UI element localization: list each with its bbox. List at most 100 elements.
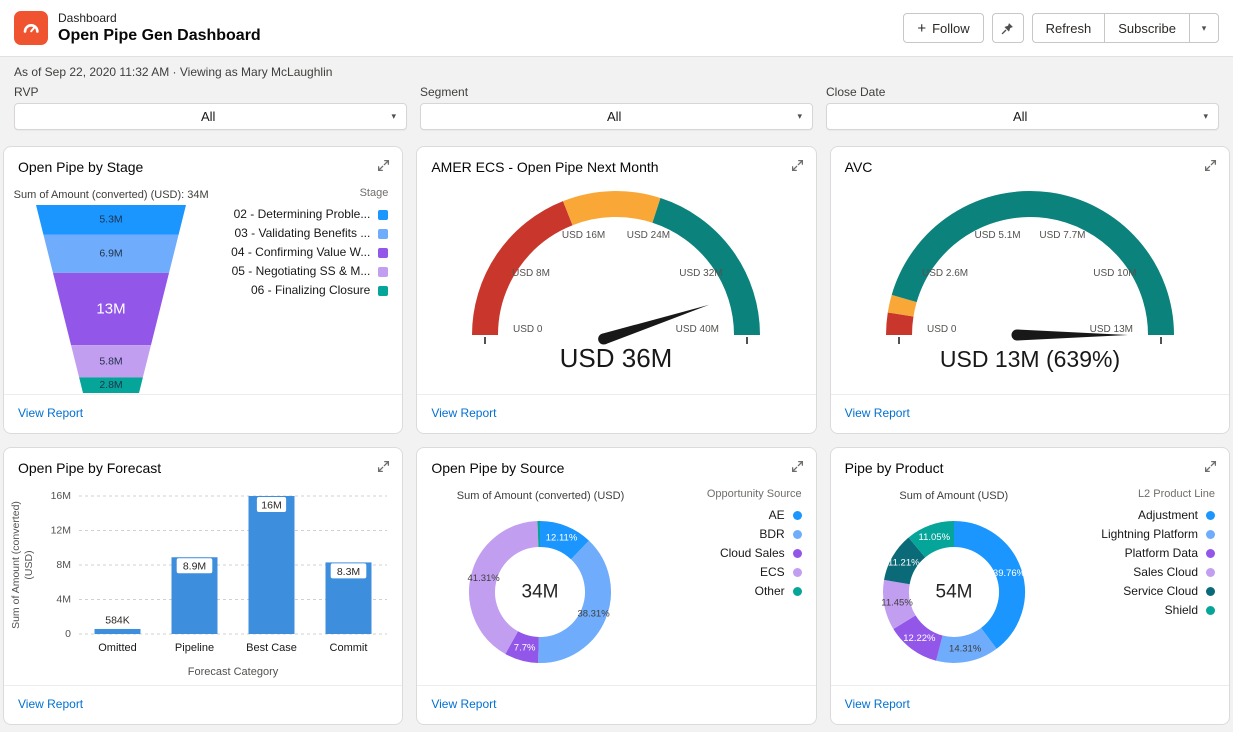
expand-icon xyxy=(377,460,390,473)
chevron-down-icon: ▾ xyxy=(1202,23,1207,34)
expand-widget-button[interactable] xyxy=(788,457,807,479)
widget-footer: View Report xyxy=(831,394,1229,433)
legend-item: AE xyxy=(720,506,802,525)
view-report-link[interactable]: View Report xyxy=(18,697,83,711)
chevron-down-icon: ▾ xyxy=(797,111,802,122)
follow-button[interactable]: + Follow xyxy=(903,13,983,43)
legend-marker xyxy=(1206,530,1215,539)
legend-marker xyxy=(1206,568,1215,577)
expand-widget-button[interactable] xyxy=(374,457,393,479)
donut-slice-label: 11.05% xyxy=(918,532,950,543)
expand-icon xyxy=(1204,460,1217,473)
view-report-link[interactable]: View Report xyxy=(431,697,496,711)
widget-grid: Open Pipe by Stage Sum of Amount (conver… xyxy=(0,142,1233,725)
dashboard-app: Dashboard Open Pipe Gen Dashboard + Foll… xyxy=(0,0,1233,744)
subscribe-button[interactable]: Subscribe xyxy=(1104,13,1190,43)
legend-item: Adjustment xyxy=(1101,506,1215,525)
donut-center-value: 34M xyxy=(522,582,559,603)
gauge-tick-label: USD 10M xyxy=(1093,268,1136,279)
bar[interactable] xyxy=(95,629,141,634)
y-tick-label: 12M xyxy=(51,525,71,537)
view-report-link[interactable]: View Report xyxy=(431,406,496,420)
pin-icon-button[interactable] xyxy=(992,13,1024,43)
more-actions-button[interactable]: ▾ xyxy=(1189,13,1219,43)
legend-marker xyxy=(1206,606,1215,615)
donut-chart: 39.76%14.31%12.22%11.45%11.21%11.05%54M xyxy=(864,502,1044,682)
legend-label: 02 - Determining Proble... xyxy=(234,205,371,224)
record-type-label: Dashboard xyxy=(58,11,261,25)
legend-marker xyxy=(378,248,388,258)
widget-footer: View Report xyxy=(417,394,815,433)
gauge-value-label: USD 36M xyxy=(560,343,673,373)
donut-slice-label: 39.76% xyxy=(993,568,1026,579)
expand-icon xyxy=(1204,159,1217,172)
widget-title: Pipe by Product xyxy=(845,460,944,476)
y-tick-label: 8M xyxy=(57,559,72,571)
legend-marker xyxy=(793,587,802,596)
funnel-chart-column: Sum of Amount (converted) (USD): 34M 5.3… xyxy=(4,177,218,394)
y-axis-title: Sum of Amount (converted) xyxy=(10,501,22,629)
donut-slice-label: 38.31% xyxy=(578,609,611,620)
filter-segment-select[interactable]: All ▾ xyxy=(420,103,813,130)
view-report-link[interactable]: View Report xyxy=(845,697,910,711)
refresh-label: Refresh xyxy=(1046,21,1092,36)
bar-value-label: 8.9M xyxy=(183,561,206,573)
funnel-chart-svg: 5.3M6.9M13M5.8M2.8M xyxy=(6,201,216,397)
chart-subtitle: Sum of Amount (converted) (USD): 34M xyxy=(14,189,209,201)
gauge-tick-label: USD 0 xyxy=(513,324,543,335)
bar[interactable] xyxy=(249,496,295,634)
legend-label: Shield xyxy=(1165,601,1198,620)
gauge-chart: USD 0USD 8MUSD 16MUSD 24MUSD 32MUSD 40MU… xyxy=(419,177,813,393)
funnel-segment-label: 2.8M xyxy=(99,379,122,391)
legend-item: 04 - Confirming Value W... xyxy=(231,243,388,262)
filter-rvp-select[interactable]: All ▾ xyxy=(14,103,407,130)
y-tick-label: 16M xyxy=(51,490,71,502)
dashboard-brand-icon xyxy=(14,11,48,45)
view-report-link[interactable]: View Report xyxy=(18,406,83,420)
widget-header: AVC xyxy=(831,147,1229,177)
view-report-link[interactable]: View Report xyxy=(845,406,910,420)
legend-label: 03 - Validating Benefits ... xyxy=(234,224,370,243)
bar-value-label: 16M xyxy=(261,500,281,512)
legend-label: Lightning Platform xyxy=(1101,525,1198,544)
donut-slice-label: 11.21% xyxy=(888,557,920,568)
filter-close-date-select[interactable]: All ▾ xyxy=(826,103,1219,130)
legend-marker xyxy=(378,229,388,239)
widget-footer: View Report xyxy=(417,685,815,724)
pin-icon xyxy=(1000,21,1015,36)
legend-item: BDR xyxy=(720,525,802,544)
chart-legend: Opportunity Source AEBDRCloud SalesECSOt… xyxy=(664,478,816,685)
widget-header: AMER ECS - Open Pipe Next Month xyxy=(417,147,815,177)
legend-marker xyxy=(793,530,802,539)
expand-widget-button[interactable] xyxy=(788,156,807,178)
bar-chart: 04M8M12M16M584KOmitted8.9MPipeline16MBes… xyxy=(5,478,401,688)
legend-item: 03 - Validating Benefits ... xyxy=(231,224,388,243)
legend-item: ECS xyxy=(720,563,802,582)
title-block: Dashboard Open Pipe Gen Dashboard xyxy=(58,11,261,45)
gauge-band xyxy=(899,315,901,335)
refresh-button[interactable]: Refresh xyxy=(1032,13,1106,43)
widget-amer-ecs-open-pipe-next-month: AMER ECS - Open Pipe Next Month USD 0USD… xyxy=(416,146,816,434)
filter-value: All xyxy=(837,109,1203,124)
chart-subtitle: Sum of Amount (converted) (USD) xyxy=(457,490,625,502)
donut-slice-label: 11.45% xyxy=(881,597,913,608)
legend-title: L2 Product Line xyxy=(1138,488,1215,500)
expand-widget-button[interactable] xyxy=(1201,457,1220,479)
legend-title: Stage xyxy=(360,187,389,199)
legend-item: Cloud Sales xyxy=(720,544,802,563)
filter-rvp: RVP All ▾ xyxy=(14,85,407,130)
gauge-tick-label: USD 7.7M xyxy=(1039,230,1085,241)
legend-marker xyxy=(1206,587,1215,596)
widget-title: Open Pipe by Forecast xyxy=(18,460,161,476)
widget-footer: View Report xyxy=(4,394,402,433)
y-tick-label: 4M xyxy=(57,594,72,606)
filter-label: Segment xyxy=(420,85,813,99)
x-category-label: Pipeline xyxy=(175,642,214,654)
legend-label: Platform Data xyxy=(1125,544,1198,563)
expand-widget-button[interactable] xyxy=(374,156,393,178)
donut-slice-label: 7.7% xyxy=(514,642,536,653)
legend-items: 02 - Determining Proble...03 - Validatin… xyxy=(231,205,388,300)
expand-widget-button[interactable] xyxy=(1201,156,1220,178)
filter-value: All xyxy=(25,109,391,124)
page-title: Open Pipe Gen Dashboard xyxy=(58,27,261,45)
